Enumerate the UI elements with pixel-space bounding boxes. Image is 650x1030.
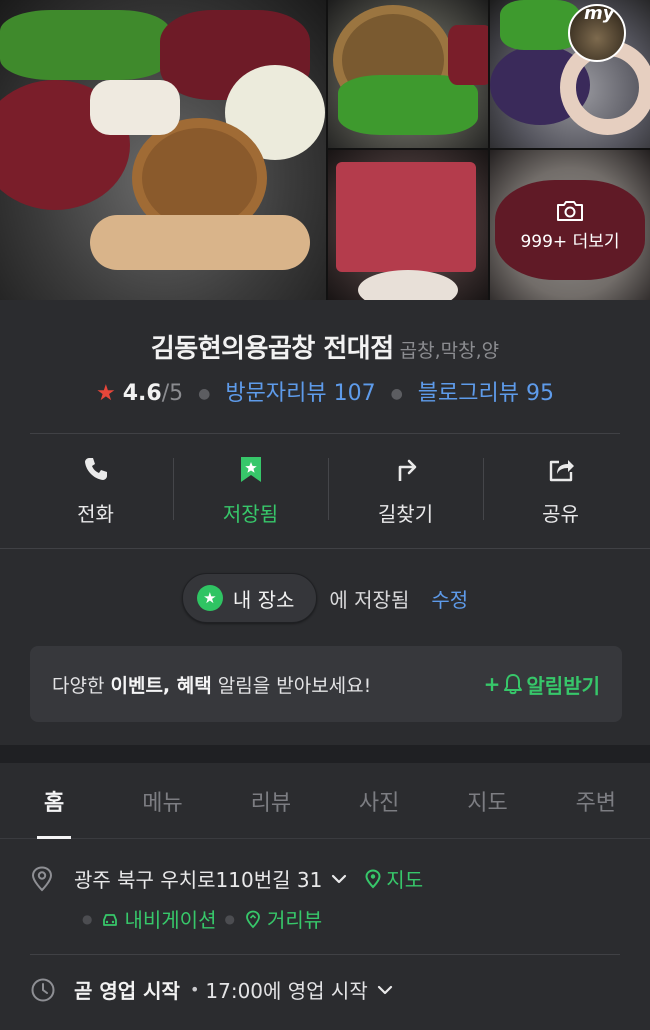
section-gap bbox=[0, 745, 650, 763]
saved-row: ★ 내 장소 에 저장됨 수정 bbox=[0, 573, 650, 623]
tab-nearby[interactable]: 주변 bbox=[542, 763, 650, 838]
separator-dot: • bbox=[189, 980, 200, 999]
separator-dot: ● bbox=[198, 386, 211, 402]
blog-reviews-link[interactable]: 블로그리뷰 95 bbox=[418, 381, 554, 406]
share-label: 공유 bbox=[542, 502, 579, 526]
save-button[interactable]: 저장됨 bbox=[173, 450, 328, 528]
notify-label: 알림받기 bbox=[526, 673, 600, 698]
banner-suffix: 알림을 받아보세요! bbox=[211, 674, 372, 697]
chive-shape bbox=[0, 10, 170, 80]
address-text[interactable]: 광주 북구 우치로110번길 31 bbox=[74, 864, 322, 893]
location-pin-icon bbox=[31, 865, 53, 891]
star-icon: ★ bbox=[96, 381, 116, 406]
banner-bold: 이벤트, 혜택 bbox=[110, 674, 212, 697]
tab-photos[interactable]: 사진 bbox=[325, 763, 433, 838]
photo-gallery[interactable]: 999+ 더보기 my bbox=[0, 0, 650, 300]
tab-map[interactable]: 지도 bbox=[433, 763, 541, 838]
divider bbox=[30, 954, 620, 955]
separator-dot: ● bbox=[224, 911, 235, 926]
rating-row: ★ 4.6/5 ● 방문자리뷰 107 ● 블로그리뷰 95 bbox=[0, 375, 650, 407]
car-icon bbox=[103, 913, 118, 926]
rating-value: 4.6 bbox=[122, 381, 162, 406]
call-label: 전화 bbox=[77, 502, 114, 526]
banner-prefix: 다양한 bbox=[52, 674, 111, 697]
place-category: 곱창,막창,양 bbox=[399, 340, 500, 362]
rice-cake-shape bbox=[90, 80, 180, 135]
street-view-link[interactable]: 거리뷰 bbox=[243, 904, 322, 933]
divider bbox=[0, 548, 650, 549]
share-button[interactable]: 공유 bbox=[483, 450, 638, 528]
more-photos-overlay[interactable]: 999+ 더보기 bbox=[490, 150, 650, 300]
event-banner[interactable]: 다양한 이벤트, 혜택 알림을 받아보세요! + 알림받기 bbox=[30, 646, 622, 722]
chevron-down-icon[interactable] bbox=[330, 870, 348, 888]
directions-button[interactable]: 길찾기 bbox=[328, 450, 483, 528]
saved-list-name: 내 장소 bbox=[232, 587, 295, 612]
navigation-link[interactable]: 내비게이션 bbox=[100, 904, 216, 933]
notify-plus: + bbox=[483, 672, 501, 696]
directions-icon bbox=[398, 459, 416, 481]
map-link[interactable]: 지도 bbox=[364, 864, 423, 893]
street-view-icon bbox=[246, 910, 260, 928]
action-bar: 전화 저장됨 길찾기 공유 bbox=[18, 450, 638, 528]
phone-icon bbox=[84, 458, 107, 480]
saved-list-pill[interactable]: ★ 내 장소 bbox=[181, 573, 318, 623]
directions-label: 길찾기 bbox=[377, 502, 434, 526]
tab-reviews[interactable]: 리뷰 bbox=[217, 763, 325, 838]
navigation-label: 내비게이션 bbox=[124, 908, 217, 932]
sliced-meat-shape bbox=[336, 162, 476, 272]
tab-menu[interactable]: 메뉴 bbox=[108, 763, 216, 838]
separator-dot: ● bbox=[390, 386, 403, 402]
title-row: 김동현의용곱창 전대점 곱창,막창,양 bbox=[0, 328, 650, 365]
bookmark-icon bbox=[240, 457, 261, 482]
my-badge-text: my bbox=[584, 4, 615, 24]
street-view-label: 거리뷰 bbox=[266, 908, 323, 932]
call-button[interactable]: 전화 bbox=[18, 450, 173, 528]
rating-max: /5 bbox=[161, 381, 184, 406]
edit-link[interactable]: 수정 bbox=[431, 584, 468, 613]
clock-icon bbox=[31, 978, 55, 1001]
visitor-reviews-link[interactable]: 방문자리뷰 107 bbox=[225, 381, 375, 406]
place-name: 김동현의용곱창 전대점 bbox=[150, 334, 394, 364]
map-link-label: 지도 bbox=[386, 868, 424, 892]
banner-text: 다양한 이벤트, 혜택 알림을 받아보세요! bbox=[52, 671, 371, 698]
meat-shape bbox=[448, 25, 488, 85]
business-status: 곧 영업 시작 bbox=[74, 979, 180, 1003]
business-hours: 17:00에 영업 시작 bbox=[205, 979, 368, 1003]
address-row: 광주 북구 우치로110번길 31 지도 bbox=[30, 864, 630, 893]
star-badge-icon: ★ bbox=[196, 585, 223, 611]
sauce-bowl-shape bbox=[358, 270, 458, 300]
photo-4[interactable] bbox=[328, 150, 488, 300]
tab-bar: 홈 메뉴 리뷰 사진 지도 주변 bbox=[0, 763, 650, 839]
bell-icon bbox=[504, 674, 523, 695]
saved-status-text: 에 저장됨 bbox=[329, 587, 410, 612]
photo-2[interactable] bbox=[328, 0, 488, 148]
tube-shape bbox=[90, 215, 310, 270]
more-photos-label: 999+ 더보기 bbox=[520, 231, 620, 252]
notify-button[interactable]: + 알림받기 bbox=[484, 670, 600, 699]
my-badge[interactable]: my bbox=[568, 4, 626, 62]
tab-home[interactable]: 홈 bbox=[0, 763, 108, 839]
divider bbox=[30, 433, 620, 434]
camera-icon bbox=[557, 200, 583, 221]
share-icon bbox=[549, 460, 574, 482]
map-pin-icon bbox=[365, 868, 381, 888]
saved-label: 저장됨 bbox=[222, 502, 279, 526]
hours-row[interactable]: 곧 영업 시작 • 17:00에 영업 시작 bbox=[30, 975, 394, 1004]
chevron-down-icon[interactable] bbox=[376, 981, 394, 999]
separator-dot: ● bbox=[82, 911, 93, 926]
main-photo[interactable] bbox=[0, 0, 326, 300]
address-sub-links: ● 내비게이션 ● 거리뷰 bbox=[74, 904, 322, 933]
